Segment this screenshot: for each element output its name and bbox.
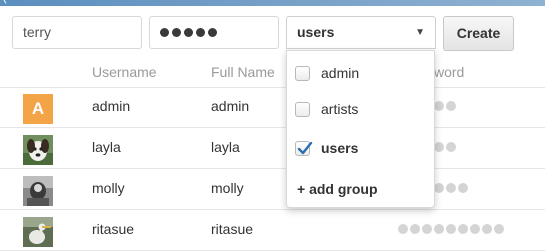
group-dropdown-menu: admin artists users + add group: [286, 50, 435, 208]
password-dot: [470, 224, 480, 234]
row-username: ritasue: [92, 221, 135, 237]
column-header-username[interactable]: Username: [92, 64, 157, 80]
chevron-down-icon: ▼: [415, 27, 425, 38]
title-fragment: (: [3, 0, 7, 4]
password-dot: [482, 224, 492, 234]
table-row[interactable]: molly molly: [0, 169, 545, 210]
bird-photo-avatar: [23, 217, 53, 247]
password-dot: [446, 101, 456, 111]
checkbox-users[interactable]: [295, 141, 313, 156]
table-row[interactable]: layla layla: [0, 128, 545, 169]
bw-photo-avatar: [23, 176, 53, 206]
password-dot: [208, 28, 217, 38]
password-dot: [160, 28, 169, 38]
group-select[interactable]: users ▼: [286, 16, 436, 49]
password-dots: [160, 24, 220, 41]
checkbox-admin[interactable]: [295, 66, 310, 81]
checkbox-artists[interactable]: [295, 102, 310, 117]
password-dot: [434, 224, 444, 234]
checkmark-icon: [297, 142, 313, 155]
column-header-password[interactable]: word: [434, 64, 464, 80]
username-input[interactable]: terry: [12, 16, 142, 49]
password-dot: [196, 28, 205, 38]
password-input[interactable]: [149, 16, 279, 49]
password-dot: [446, 142, 456, 152]
add-group-link[interactable]: + add group: [297, 181, 378, 197]
password-dot: [434, 101, 444, 111]
group-option-artists[interactable]: artists: [295, 100, 425, 122]
group-select-value: users: [297, 24, 335, 40]
dog-photo-avatar: [23, 135, 53, 165]
password-dot: [184, 28, 193, 38]
table-header: Username Full Name word: [0, 61, 545, 88]
create-button[interactable]: Create: [443, 16, 514, 51]
password-dot: [172, 28, 181, 38]
column-header-full-name[interactable]: Full Name: [211, 64, 275, 80]
row-password-dots: [398, 224, 506, 236]
row-username: layla: [92, 139, 121, 155]
row-username: admin: [92, 98, 131, 114]
group-option-label: users: [321, 140, 359, 156]
password-dot: [446, 224, 456, 234]
password-dot: [422, 224, 432, 234]
avatar: A: [23, 94, 53, 124]
row-full-name: layla: [211, 139, 240, 155]
password-dot: [494, 224, 504, 234]
group-option-admin[interactable]: admin: [295, 64, 425, 86]
row-full-name: admin: [211, 98, 250, 114]
password-dot: [458, 224, 468, 234]
row-full-name: molly: [211, 180, 244, 196]
password-dot: [398, 224, 408, 234]
password-dot: [434, 142, 444, 152]
table-row[interactable]: A admin admin: [0, 87, 545, 128]
group-option-label: artists: [321, 101, 359, 117]
password-dot: [410, 224, 420, 234]
row-username: molly: [92, 180, 125, 196]
create-user-form: terry users ▼ Create: [0, 6, 545, 61]
password-dot: [434, 183, 444, 193]
password-dot: [458, 183, 468, 193]
group-option-label: admin: [321, 65, 360, 81]
password-dot: [446, 183, 456, 193]
table-row[interactable]: ritasue ritasue: [0, 210, 545, 251]
row-full-name: ritasue: [211, 221, 254, 237]
group-option-users[interactable]: users: [295, 139, 425, 161]
